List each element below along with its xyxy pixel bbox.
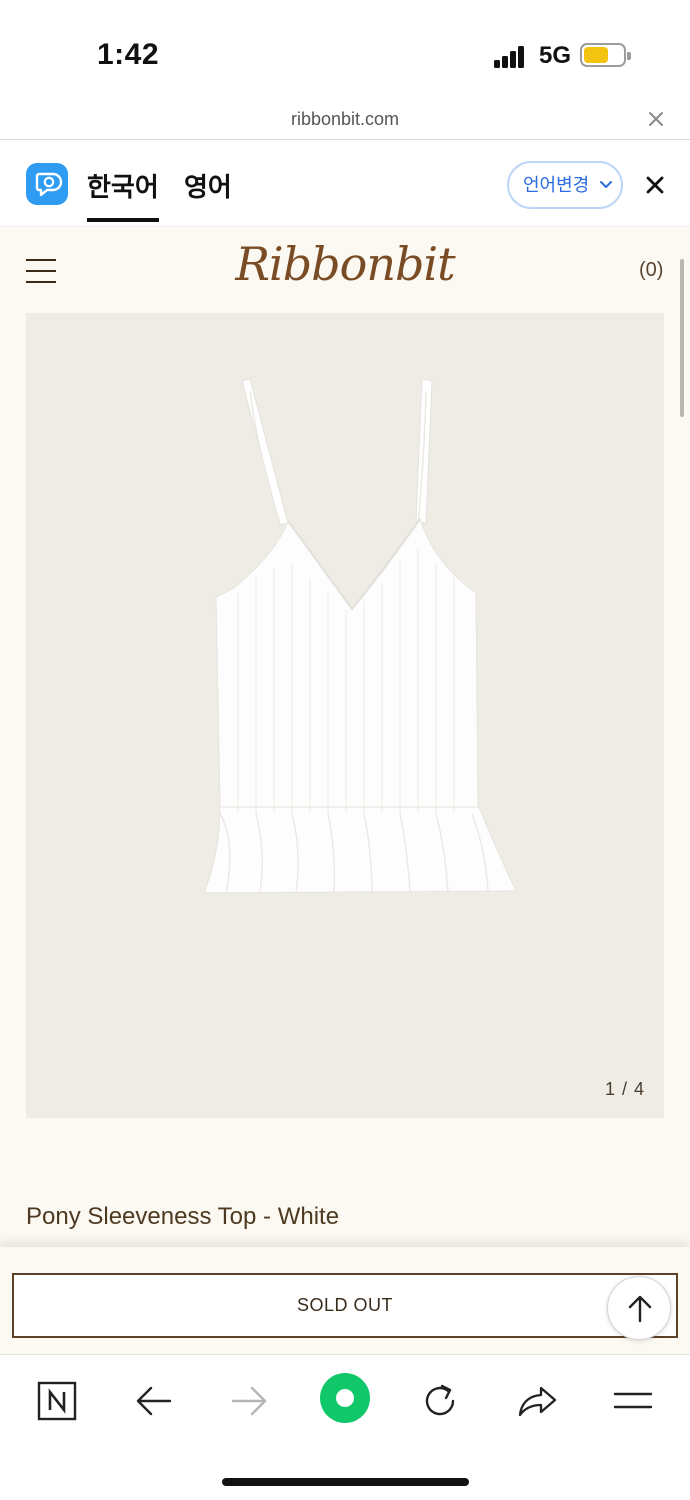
status-time: 1:42 bbox=[97, 38, 160, 71]
site-content: Ribbonbit (0) 1 / 4 Pony Sleeveness Top … bbox=[0, 227, 690, 1247]
product-title: Pony Sleeveness Top - White bbox=[26, 1203, 340, 1230]
url-text[interactable]: ribbonbit.com bbox=[0, 109, 690, 130]
site-logo[interactable]: Ribbonbit bbox=[0, 237, 690, 291]
naver-icon[interactable] bbox=[32, 1376, 82, 1426]
arrow-up-icon bbox=[628, 1295, 652, 1323]
close-icon[interactable] bbox=[645, 108, 667, 130]
change-language-button[interactable]: 언어변경 bbox=[507, 161, 623, 209]
battery-icon bbox=[580, 43, 631, 67]
product-image[interactable]: 1 / 4 bbox=[26, 313, 664, 1118]
scrollbar[interactable] bbox=[680, 259, 684, 417]
back-arrow-icon[interactable] bbox=[129, 1376, 179, 1426]
screen: 1:42 5G ribbonbit.com 한국어 영어 언어변경 Ribbon… bbox=[0, 0, 690, 1500]
close-translate-icon[interactable] bbox=[644, 174, 666, 196]
cart-count[interactable]: (0) bbox=[639, 259, 663, 282]
translate-bar: 한국어 영어 언어변경 bbox=[0, 141, 690, 227]
status-bar: 1:42 5G bbox=[0, 0, 690, 100]
browser-toolbar bbox=[0, 1356, 690, 1500]
change-language-label: 언어변경 bbox=[523, 175, 590, 195]
green-dot-icon[interactable] bbox=[318, 1371, 372, 1425]
forward-arrow-icon[interactable] bbox=[224, 1376, 274, 1426]
network-type: 5G bbox=[539, 42, 572, 69]
cellular-signal-icon bbox=[494, 46, 526, 68]
image-counter: 1 / 4 bbox=[605, 1079, 646, 1099]
url-bar[interactable]: ribbonbit.com bbox=[0, 100, 690, 140]
tab-english[interactable]: 영어 bbox=[184, 167, 232, 204]
home-indicator[interactable] bbox=[222, 1478, 469, 1486]
purchase-bar: SOLD OUT bbox=[0, 1247, 690, 1355]
refresh-icon[interactable] bbox=[415, 1376, 465, 1426]
papago-icon bbox=[26, 163, 68, 205]
share-icon[interactable] bbox=[512, 1376, 562, 1426]
scroll-to-top-button[interactable] bbox=[607, 1276, 671, 1340]
sold-out-button[interactable]: SOLD OUT bbox=[12, 1273, 678, 1338]
chevron-down-icon bbox=[600, 181, 612, 188]
tab-korean[interactable]: 한국어 bbox=[87, 167, 159, 222]
menu-icon[interactable] bbox=[608, 1376, 658, 1426]
white-tank-top-image bbox=[203, 378, 517, 894]
